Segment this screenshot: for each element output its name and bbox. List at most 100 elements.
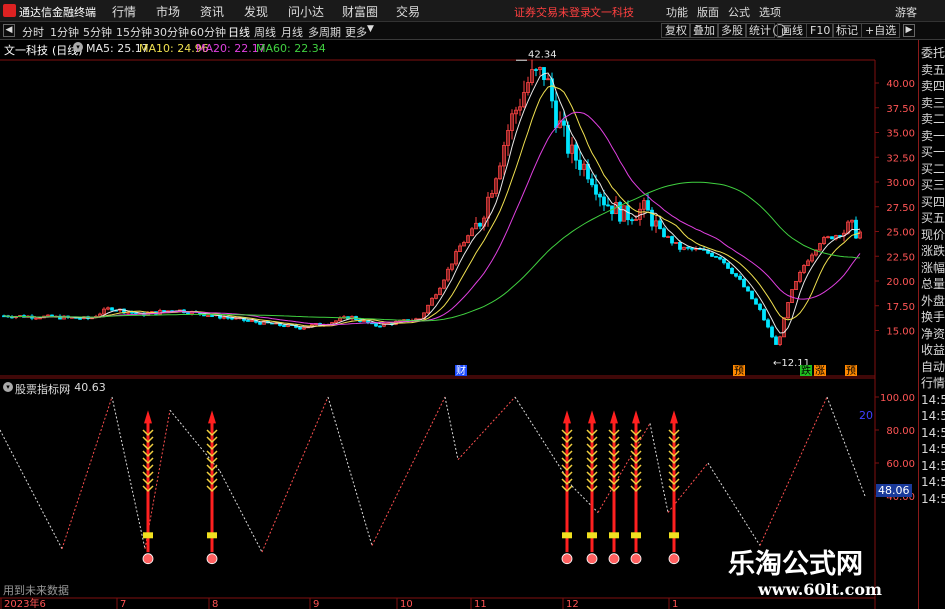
tab-multi-period[interactable]: 多周期 [308, 24, 341, 40]
candle-body [690, 247, 694, 250]
statistics-button[interactable]: 统计 [745, 23, 775, 38]
chevron-right-icon[interactable]: ▶ [903, 24, 915, 37]
sidebar-item[interactable]: 14:50 [921, 491, 945, 507]
tab-1min[interactable]: 1分钟 [50, 24, 79, 40]
sidebar-item[interactable]: 买四 [921, 194, 945, 210]
menu-function[interactable]: 功能 [666, 4, 688, 20]
candle-body [574, 144, 578, 161]
ind-settings-icon[interactable]: ▾ [3, 382, 13, 392]
menu-formula[interactable]: 公式 [728, 4, 750, 20]
sidebar-item[interactable]: 卖四 [921, 78, 945, 94]
candle-body [606, 204, 610, 207]
chevron-down-icon[interactable]: ▼ [367, 24, 374, 34]
draw-line-button[interactable]: 画线 [777, 23, 807, 38]
candle-body [742, 278, 746, 288]
ma10-line [3, 85, 861, 327]
signal-ball-icon [206, 553, 218, 565]
indicator-segment [371, 396, 446, 546]
menu-ask-xiaoda[interactable]: 问小达 [288, 3, 324, 20]
tab-weekly[interactable]: 周线 [254, 24, 276, 40]
sidebar-item[interactable]: 涨幅 [921, 260, 945, 276]
sidebar-item[interactable]: 总量 [921, 276, 945, 292]
multi-stock-button[interactable]: 多股 [717, 23, 747, 38]
sidebar-item[interactable]: 14:50 [921, 474, 945, 490]
menu-trade[interactable]: 交易 [396, 3, 420, 20]
sidebar-item[interactable]: 卖五 [921, 62, 945, 78]
indicator-segment [219, 471, 263, 553]
app-title: 通达信金融终端 [19, 6, 96, 19]
sidebar-item[interactable]: 换手 [921, 309, 945, 325]
price-tick-label: 37.50 [886, 104, 915, 115]
signal-block [587, 532, 597, 539]
trade-login-notice[interactable]: 证券交易未登录 [514, 4, 591, 20]
sidebar-item[interactable]: 自动 [921, 359, 945, 375]
user-guest[interactable]: 游客 [895, 4, 917, 20]
f10-button[interactable]: F10 [806, 23, 835, 38]
sidebar-item[interactable]: 外盘 [921, 293, 945, 309]
overlay-button[interactable]: 叠加 [689, 23, 719, 38]
x-axis-label: 8 [212, 599, 218, 609]
sidebar-item[interactable]: 现价 [921, 227, 945, 243]
menu-market[interactable]: 市场 [156, 3, 180, 20]
candle-body [750, 290, 754, 300]
x-axis-label: 7 [120, 599, 126, 609]
indicator-segment [759, 396, 828, 546]
menu-news[interactable]: 资讯 [200, 3, 224, 20]
sidebar-item[interactable]: 14:50 [921, 392, 945, 408]
tab-60min[interactable]: 60分钟 [190, 24, 226, 40]
sidebar-item[interactable]: 14:50 [921, 458, 945, 474]
sidebar-item[interactable]: 14:50 [921, 425, 945, 441]
chart-area[interactable]: 40.00 37.50 35.00 32.50 30.00 27.50 25.00 22.50… [0, 40, 918, 609]
menu-quotes[interactable]: 行情 [112, 3, 136, 20]
stock-link[interactable]: 文一科技 [590, 4, 634, 20]
sidebar-item[interactable]: 卖二 [921, 111, 945, 127]
sidebar-item[interactable]: 买五 [921, 210, 945, 226]
x-axis-label: 2023年6 [4, 597, 46, 609]
sidebar-item[interactable]: 买一 [921, 144, 945, 160]
price-tick-label: 25.00 [886, 228, 915, 239]
tab-5min[interactable]: 5分钟 [83, 24, 112, 40]
sidebar-item[interactable]: 涨跌 [921, 243, 945, 259]
menu-layout[interactable]: 版面 [697, 4, 719, 20]
sidebar-item[interactable]: 行情 [921, 375, 945, 391]
indicator-segment [61, 396, 113, 549]
sidebar-item[interactable]: 卖一 [921, 128, 945, 144]
candle-body [854, 219, 858, 239]
indicator-segment [597, 423, 651, 513]
candle-body [226, 316, 230, 319]
sidebar-item[interactable]: 卖三 [921, 95, 945, 111]
menu-wealth-circle[interactable]: 财富圈 [342, 3, 378, 20]
indicator-settings-icon[interactable]: ▾ [73, 42, 83, 52]
signal-ball-icon [630, 553, 642, 565]
sidebar-item[interactable]: 净资 [921, 326, 945, 342]
tab-15min[interactable]: 15分钟 [116, 24, 152, 40]
tab-30min[interactable]: 30分钟 [153, 24, 189, 40]
indicator-value: : 40.63 [67, 381, 106, 394]
sidebar-item[interactable]: 委托 [921, 45, 945, 61]
menu-options[interactable]: 选项 [759, 4, 781, 20]
chevron-left-icon[interactable]: ◀ [3, 24, 15, 37]
sidebar-item[interactable]: 14:50 [921, 408, 945, 424]
tab-monthly[interactable]: 月线 [281, 24, 303, 40]
candle-body [590, 178, 594, 186]
x-axis-label: 9 [313, 599, 319, 609]
candle-body [230, 317, 234, 320]
adjust-button[interactable]: 复权 [661, 23, 691, 38]
tab-more[interactable]: 更多 [345, 24, 367, 40]
candle-body [478, 222, 482, 227]
sidebar-item[interactable]: 买三 [921, 177, 945, 193]
candle-body [162, 310, 166, 312]
kline-svg[interactable]: 40.00 37.50 35.00 32.50 30.00 27.50 25.00 22.50… [0, 40, 918, 609]
add-watchlist-button[interactable]: +自选 [861, 23, 901, 38]
tab-intraday[interactable]: 分时 [22, 24, 44, 40]
period-toolbar: ◀ 分时 1分钟 5分钟 15分钟 30分钟 60分钟 日线 周线 月线 多周期… [0, 22, 945, 40]
candle-body [378, 325, 382, 328]
menu-discover[interactable]: 发现 [244, 3, 268, 20]
sidebar-item[interactable]: 14:50 [921, 441, 945, 457]
tab-daily[interactable]: 日线 [228, 24, 250, 40]
indicator-segment [571, 485, 599, 513]
sidebar-item[interactable]: 收益 [921, 342, 945, 358]
sidebar-item[interactable]: 买二 [921, 161, 945, 177]
mark-button[interactable]: 标记 [832, 23, 862, 38]
price-tick-label: 27.50 [886, 203, 915, 214]
